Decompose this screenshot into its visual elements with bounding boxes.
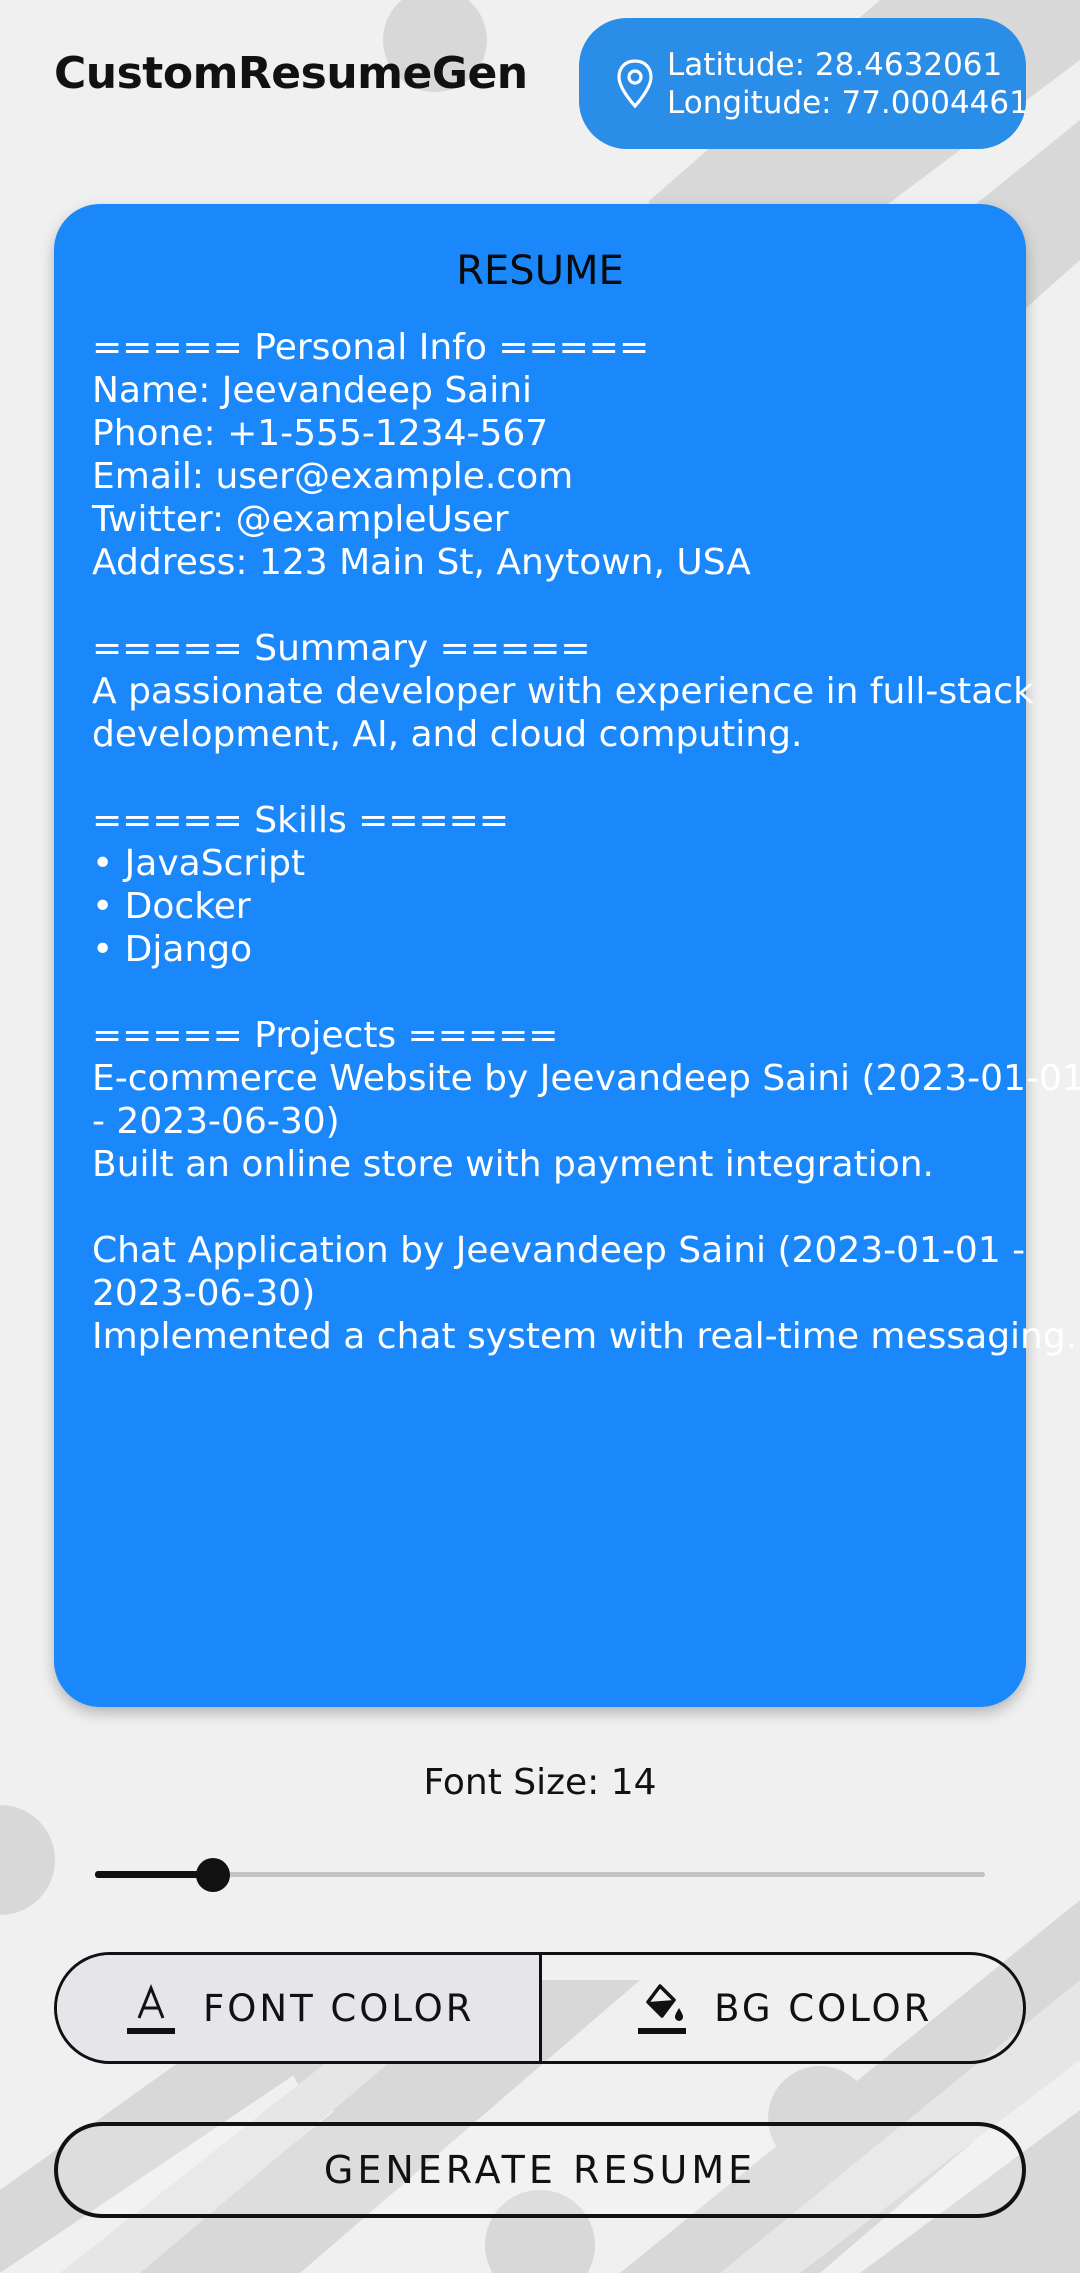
resume-text: ===== Personal Info ===== Name: Jeevande… bbox=[92, 326, 1080, 1358]
font-color-label: FONT COLOR bbox=[202, 1986, 475, 2030]
resume-line: ===== Skills ===== bbox=[92, 800, 509, 841]
slider-thumb[interactable] bbox=[196, 1858, 230, 1892]
resume-title: RESUME bbox=[456, 248, 624, 294]
resume-line: Name: Jeevandeep Saini bbox=[92, 370, 533, 411]
resume-line: Implemented a chat system with real-time… bbox=[92, 1316, 1078, 1357]
resume-line: • JavaScript bbox=[92, 843, 306, 884]
resume-line: Twitter: @exampleUser bbox=[92, 499, 509, 540]
resume-line: Email: user@example.com bbox=[92, 456, 574, 497]
resume-line: Address: 123 Main St, Anytown, USA bbox=[92, 542, 751, 583]
resume-line bbox=[92, 584, 1042, 627]
resume-line: • Docker bbox=[92, 886, 251, 927]
format-color-text-icon bbox=[126, 1983, 175, 2034]
resume-line: 2023-06-30) bbox=[92, 1273, 316, 1314]
resume-line: development, AI, and cloud computing. bbox=[92, 714, 803, 755]
resume-line: ===== Projects ===== bbox=[92, 1015, 559, 1056]
resume-line: Built an online store with payment integ… bbox=[92, 1144, 934, 1185]
resume-line bbox=[92, 756, 1042, 799]
resume-line: • Django bbox=[92, 929, 253, 970]
resume-line bbox=[92, 971, 1042, 1014]
font-size-label: Font Size: 14 bbox=[423, 1762, 657, 1803]
bg-color-button[interactable]: BG COLOR bbox=[542, 1955, 1024, 2061]
font-color-button[interactable]: FONT COLOR bbox=[57, 1955, 542, 2061]
resume-line: A passionate developer with experience i… bbox=[92, 671, 1034, 712]
longitude-text: Longitude: 77.0004461 bbox=[667, 85, 1029, 121]
resume-card: RESUME ===== Personal Info ===== Name: J… bbox=[54, 204, 1080, 1707]
color-button-group: FONT COLOR BG COLOR bbox=[54, 1952, 1026, 2064]
location-pin-icon bbox=[617, 59, 653, 109]
resume-line: E-commerce Website by Jeevandeep Saini (… bbox=[92, 1058, 1080, 1099]
resume-line: ===== Personal Info ===== bbox=[92, 327, 650, 368]
bg-color-label: BG COLOR bbox=[714, 1986, 933, 2030]
format-color-fill-icon bbox=[638, 1984, 687, 2034]
app-title: CustomResumeGen bbox=[54, 48, 528, 99]
resume-line: - 2023-06-30) bbox=[92, 1101, 340, 1142]
font-size-slider[interactable] bbox=[95, 1856, 985, 1892]
latitude-text: Latitude: 28.4632061 bbox=[667, 47, 1003, 83]
resume-line bbox=[92, 1186, 1042, 1229]
generate-resume-button[interactable]: GENERATE RESUME bbox=[54, 2122, 1026, 2218]
resume-line: Chat Application by Jeevandeep Saini (20… bbox=[92, 1230, 1026, 1271]
resume-line: ===== Summary ===== bbox=[92, 628, 591, 669]
resume-line: Phone: +1-555-1234-567 bbox=[92, 413, 549, 454]
location-chip: Latitude: 28.4632061 Longitude: 77.00044… bbox=[579, 18, 1029, 149]
